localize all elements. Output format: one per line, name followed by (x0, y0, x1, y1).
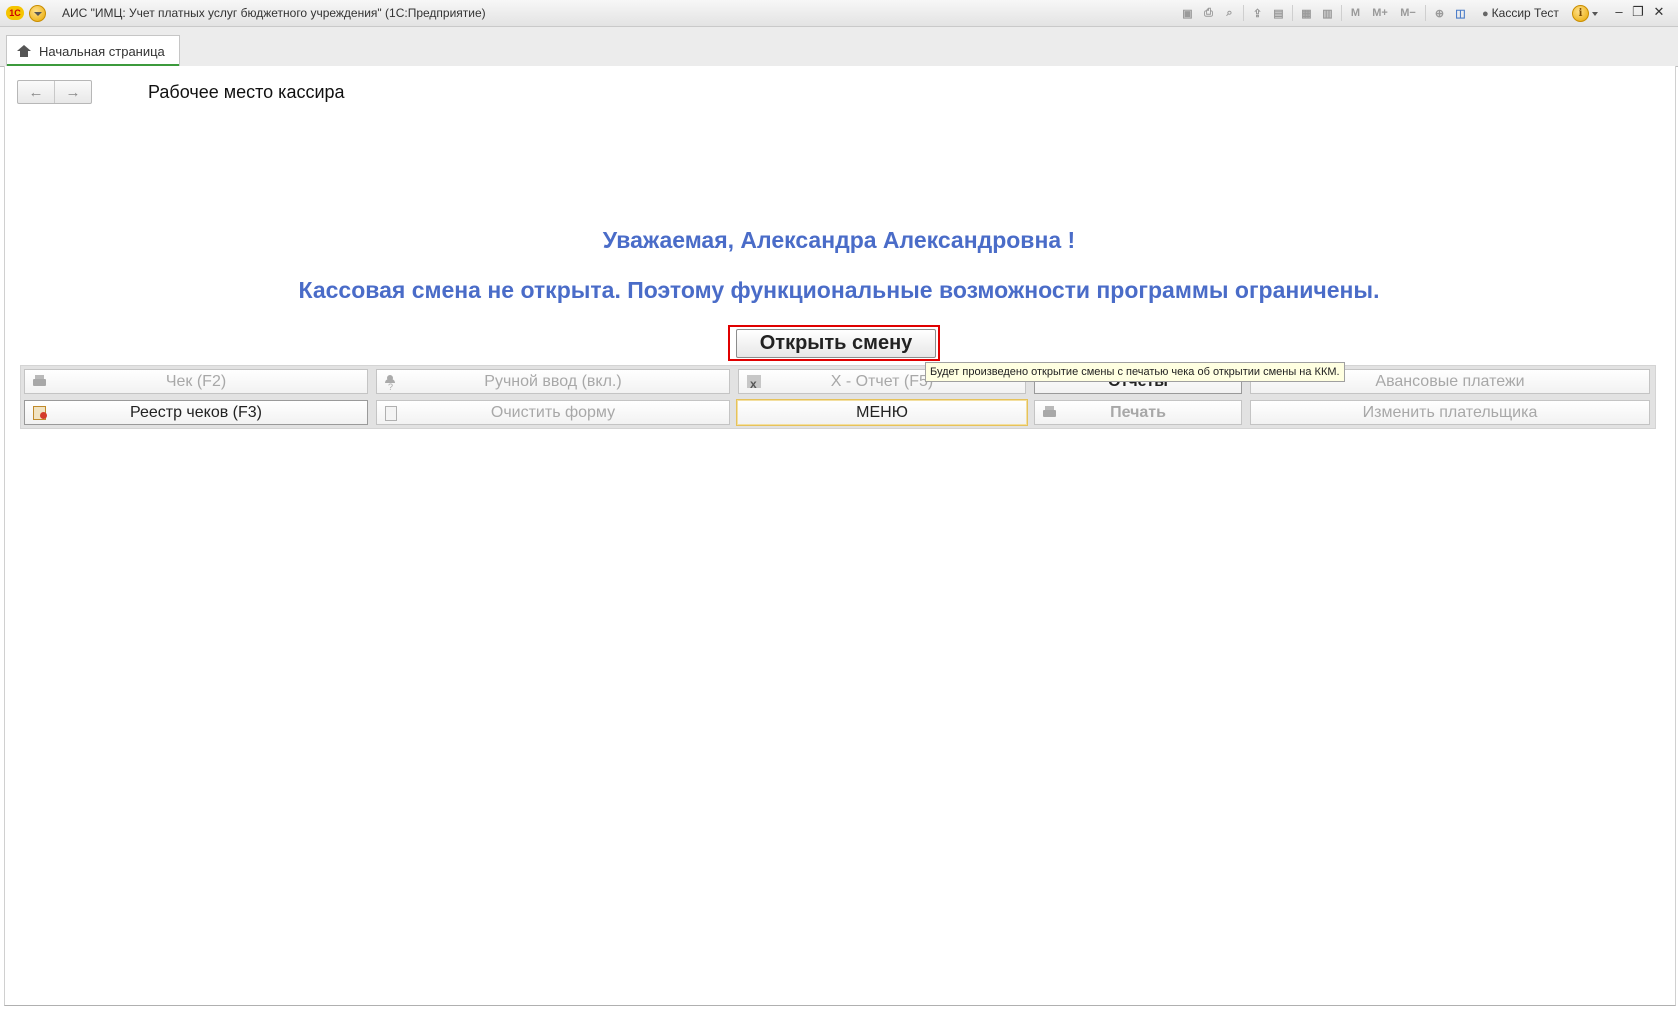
history-navigation: ← → (17, 80, 92, 104)
print-preview-icon[interactable]: ⌕ (1222, 6, 1237, 21)
button-label: Реестр чеков (F3) (129, 404, 263, 421)
button-label: Чек (F2) (165, 373, 227, 390)
calculator-icon[interactable]: ▦ (1299, 6, 1314, 21)
upload-icon[interactable]: ⇪ (1250, 6, 1265, 21)
tab-bar: Начальная страница (0, 27, 1678, 67)
user-name: Кассир Тест (1491, 6, 1559, 20)
change-payer-button[interactable]: Изменить плательщика (1250, 400, 1650, 425)
minimize-button[interactable]: – (1610, 3, 1628, 21)
toolbar-divider (1425, 5, 1426, 21)
save-icon[interactable]: ▣ (1180, 6, 1195, 21)
check-registry-button[interactable]: Реестр чеков (F3) (24, 400, 368, 425)
window-titlebar: 1С АИС "ИМЦ: Учет платных услуг бюджетно… (0, 0, 1678, 27)
app-title: АИС "ИМЦ: Учет платных услуг бюджетного … (62, 6, 486, 20)
print-icon[interactable]: ⎙ (1201, 6, 1216, 21)
manual-input-button[interactable]: Ручной ввод (вкл.) (376, 369, 730, 394)
panels-icon[interactable]: ◫ (1453, 6, 1468, 21)
open-shift-button[interactable]: Открыть смену (736, 329, 936, 358)
button-label: Печать (1110, 404, 1166, 421)
home-icon (17, 44, 31, 58)
user-question-icon (385, 375, 399, 392)
document-icon (385, 406, 397, 421)
restore-button[interactable]: ❐ (1629, 3, 1647, 21)
report-icon (747, 373, 761, 393)
forward-button[interactable]: → (54, 81, 91, 103)
scanner-icon[interactable]: ▤ (1271, 6, 1286, 21)
check-f2-button[interactable]: Чек (F2) (24, 369, 368, 394)
print-button[interactable]: Печать (1034, 400, 1242, 425)
back-button[interactable]: ← (18, 81, 54, 103)
printer-icon (33, 375, 47, 388)
main-menu-dropdown-icon[interactable] (29, 5, 46, 22)
toolbar-icons: ▣ ⎙ ⌕ ⇪ ▤ ▦ ▥ M M+ M− ⊕ ◫ (1180, 5, 1468, 21)
chevron-down-icon[interactable] (1592, 12, 1598, 16)
button-label: МЕНЮ (856, 404, 908, 421)
shift-closed-warning: Кассовая смена не открыта. Поэтому функц… (298, 277, 1380, 303)
toolbar-divider (1341, 5, 1342, 21)
button-label: X - Отчет (F5) (830, 373, 934, 390)
tab-label: Начальная страница (39, 43, 165, 59)
toolbar-divider (1292, 5, 1293, 21)
clear-form-button[interactable]: Очистить форму (376, 400, 730, 425)
close-button[interactable]: ✕ (1650, 3, 1668, 21)
info-icon[interactable]: i (1572, 5, 1589, 22)
memory-m-icon[interactable]: M (1348, 6, 1363, 21)
tab-home[interactable]: Начальная страница (6, 35, 180, 66)
greeting-text: Уважаемая, Александра Александровна ! (602, 227, 1076, 253)
toolbar-divider (1243, 5, 1244, 21)
button-label: Очистить форму (490, 404, 616, 421)
button-label: Изменить плательщика (1362, 404, 1538, 421)
memory-minus-icon[interactable]: M− (1397, 6, 1419, 21)
registry-icon (33, 406, 47, 420)
memory-plus-icon[interactable]: M+ (1369, 6, 1391, 21)
printer-icon (1043, 406, 1057, 419)
page-title: Рабочее место кассира (148, 82, 345, 102)
button-label: Ручной ввод (вкл.) (484, 373, 622, 390)
1c-logo-icon: 1С (6, 6, 24, 20)
content-frame (4, 66, 1676, 1006)
zoom-icon[interactable]: ⊕ (1432, 6, 1447, 21)
current-user[interactable]: ● Кассир Тест (1482, 6, 1559, 20)
open-shift-tooltip: Будет произведено открытие смены с печат… (925, 362, 1345, 382)
button-label: Авансовые платежи (1375, 373, 1525, 390)
user-icon: ● (1482, 8, 1489, 20)
calendar-icon[interactable]: ▥ (1320, 6, 1335, 21)
menu-button[interactable]: МЕНЮ (736, 399, 1028, 426)
